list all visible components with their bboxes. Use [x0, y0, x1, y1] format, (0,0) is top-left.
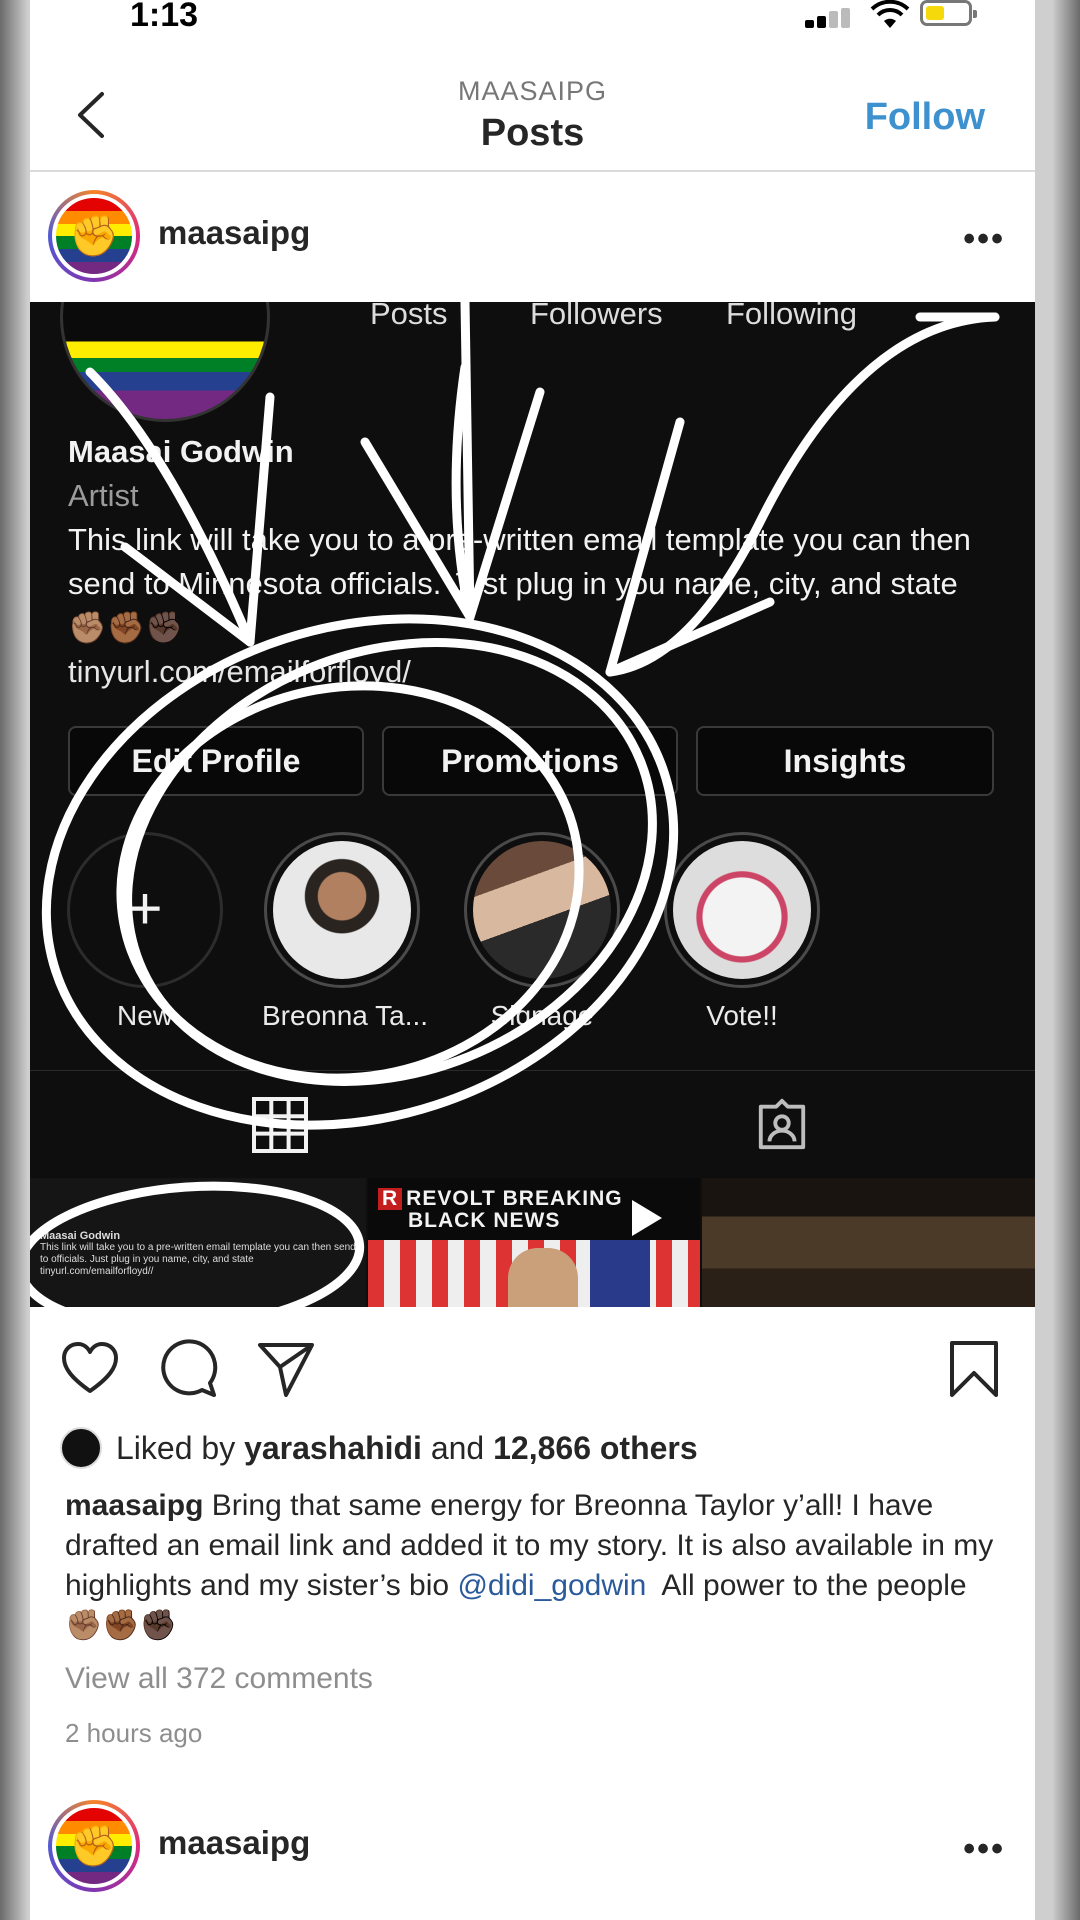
- liked-by-user[interactable]: yarashahidi: [244, 1430, 422, 1467]
- profile-tab-bar: [30, 1070, 1035, 1190]
- stat-label-posts: Posts: [370, 302, 448, 331]
- news-image: [368, 1240, 700, 1307]
- avatar[interactable]: ✊: [48, 190, 140, 282]
- comment-icon[interactable]: [158, 1339, 218, 1399]
- profile-grid: Maasai Godwin This link will take you to…: [30, 1178, 1035, 1307]
- more-horizontal-icon[interactable]: •••: [963, 1830, 1005, 1869]
- bookmark-icon[interactable]: [944, 1339, 1004, 1399]
- profile-category: Artist: [68, 478, 139, 513]
- revolt-line-1: REVOLT BREAKING: [406, 1187, 623, 1210]
- revolt-title: R REVOLT BREAKING BLACK NEWS: [378, 1188, 623, 1232]
- highlight-label: New: [116, 1000, 173, 1031]
- liked-by-prefix: Liked by: [116, 1429, 236, 1466]
- status-time: 1:13: [130, 0, 199, 34]
- caption-username[interactable]: maasaipg: [65, 1489, 203, 1522]
- grid-thumbnail: Maasai Godwin This link will take you to…: [30, 1178, 366, 1307]
- post-image[interactable]: Posts Followers Following Maasai Godwin …: [30, 302, 1035, 1307]
- revolt-logo: R: [378, 1188, 403, 1210]
- post-header: ✊ maasaipg •••: [30, 172, 1035, 302]
- play-icon: [632, 1200, 662, 1236]
- heart-icon[interactable]: [60, 1339, 120, 1399]
- view-comments-link[interactable]: View all 372 comments: [65, 1662, 373, 1696]
- highlight-label: Breonna Ta...: [262, 1000, 429, 1031]
- profile-bio-text: This link will take you to a pre-written…: [68, 522, 971, 645]
- grid-thumbnail: [702, 1178, 1035, 1307]
- post-timestamp: 2 hours ago: [65, 1718, 203, 1748]
- battery-icon: [920, 0, 977, 26]
- more-horizontal-icon[interactable]: •••: [963, 220, 1005, 259]
- caption-mention[interactable]: @didi_godwin: [457, 1569, 646, 1602]
- tagged-person-icon: [758, 1098, 806, 1150]
- profile-picture: [60, 302, 270, 422]
- post-actions: [30, 1307, 1035, 1427]
- edit-profile-button: Edit Profile: [68, 726, 364, 796]
- post-username[interactable]: maasaipg: [158, 214, 310, 252]
- stat-label-following: Following: [726, 302, 857, 331]
- liked-by-and: and: [430, 1429, 485, 1466]
- highlight-label: Signage: [490, 1000, 594, 1031]
- grid-thumbnail: R REVOLT BREAKING BLACK NEWS: [368, 1178, 700, 1307]
- navigation-bar: MAASAIPG Posts Follow: [30, 60, 1035, 172]
- thumbnail-link: tinyurl.com/emailforfloyd//: [40, 1266, 154, 1277]
- avatar[interactable]: ✊: [48, 1800, 140, 1892]
- profile-name: Maasai Godwin: [68, 434, 294, 469]
- plus-icon: +: [127, 875, 163, 943]
- highlight-vote: Vote!!: [662, 832, 822, 1032]
- phone-screen: 1:13 MAASAIPG Posts Follow ✊ maasaipg ••…: [30, 0, 1035, 1920]
- profile-bio: Maasai Godwin Artist This link will take…: [68, 430, 998, 694]
- likes-summary[interactable]: Liked by yarashahidi and 12,866 others: [60, 1426, 698, 1470]
- highlight-signage: Signage: [462, 832, 622, 1032]
- next-post-header: ✊ maasaipg •••: [30, 1792, 1035, 1920]
- next-post-username[interactable]: maasaipg: [158, 1824, 310, 1862]
- fist-icon: ✊: [69, 214, 119, 259]
- liker-avatar: [60, 1427, 102, 1469]
- thumbnail-text: This link will take you to a pre-written…: [40, 1242, 356, 1265]
- fist-icon: ✊: [69, 1824, 119, 1869]
- highlight-new: + New: [65, 832, 225, 1032]
- insights-button: Insights: [696, 726, 994, 796]
- grid-icon: [252, 1097, 308, 1153]
- follow-button[interactable]: Follow: [865, 96, 985, 139]
- status-bar: 1:13: [30, 0, 1035, 48]
- wifi-icon: [870, 0, 910, 28]
- highlight-breonna: Breonna Ta...: [262, 832, 429, 1032]
- highlight-label: Vote!!: [706, 1000, 778, 1031]
- profile-link: tinyurl.com/emailforfloyd/: [68, 654, 411, 689]
- share-icon[interactable]: [256, 1339, 316, 1399]
- liked-by-count[interactable]: 12,866 others: [493, 1430, 698, 1467]
- stat-label-followers: Followers: [530, 302, 663, 331]
- revolt-line-2: BLACK NEWS: [408, 1209, 561, 1232]
- promotions-button: Promotions: [382, 726, 678, 796]
- post-caption: maasaipg Bring that same energy for Breo…: [65, 1486, 1005, 1646]
- thumbnail-name: Maasai Godwin: [40, 1230, 121, 1242]
- cellular-signal-icon: [805, 8, 853, 28]
